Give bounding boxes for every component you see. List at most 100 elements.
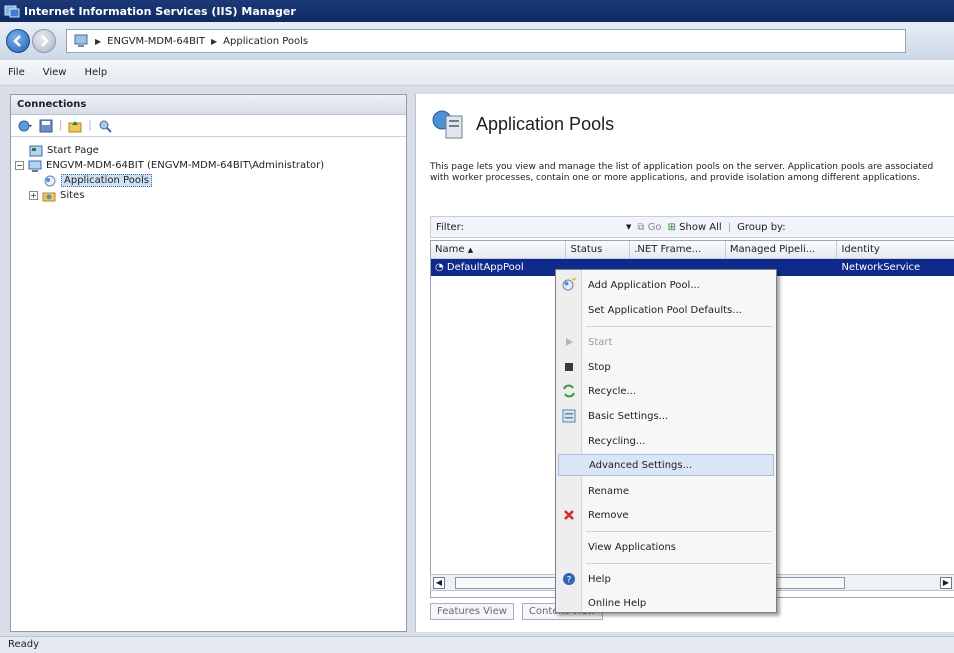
- show-all-button[interactable]: ⊞ Show All: [668, 222, 722, 233]
- page-title: Application Pools: [476, 113, 615, 134]
- stop-icon: [565, 363, 573, 371]
- breadcrumb-item-app-pools[interactable]: Application Pools: [223, 36, 308, 47]
- toolbar-separator: |: [59, 120, 63, 131]
- menu-view[interactable]: View: [43, 67, 67, 78]
- app-pools-large-icon: [432, 110, 463, 139]
- tree-node-sites[interactable]: + Sites: [15, 188, 402, 203]
- menu-separator: [586, 326, 772, 327]
- sites-folder-icon: [42, 192, 56, 201]
- cell-identity: NetworkService: [841, 262, 921, 273]
- add-pool-icon: [562, 277, 577, 291]
- status-bar: Ready: [0, 636, 954, 653]
- menu-item-label: Add Application Pool...: [588, 279, 700, 291]
- menu-item-start[interactable]: Start: [558, 331, 774, 353]
- group-by-label: Group by:: [737, 221, 786, 233]
- tree-node-app-pools[interactable]: Application Pools: [15, 173, 402, 188]
- expand-icon[interactable]: +: [29, 191, 38, 200]
- settings-icon: [562, 409, 576, 423]
- tab-features-view[interactable]: Features View: [430, 602, 514, 620]
- column-header-pipeline[interactable]: Managed Pipeli...: [726, 241, 838, 258]
- computer-icon: [74, 34, 88, 47]
- start-icon: [566, 338, 573, 346]
- forward-button[interactable]: [32, 29, 56, 53]
- menu-file[interactable]: File: [8, 67, 25, 78]
- menu-item-label: Remove: [588, 509, 629, 521]
- server-icon: [28, 160, 42, 172]
- menu-item-set-defaults[interactable]: Set Application Pool Defaults...: [558, 299, 774, 321]
- scroll-left-icon[interactable]: ◀: [433, 577, 445, 589]
- tree-node-server[interactable]: − ENGVM-MDM-64BIT (ENGVM-MDM-64BIT\Admin…: [15, 158, 402, 173]
- cell-name-text: DefaultAppPool: [446, 262, 524, 273]
- menu-item-label: Stop: [588, 361, 611, 373]
- go-button[interactable]: ⧉ Go: [637, 222, 661, 233]
- up-folder-icon[interactable]: [68, 119, 82, 133]
- page-header: Application Pools: [430, 108, 614, 140]
- show-all-label: Show All: [679, 221, 722, 233]
- title-bar: Internet Information Services (IIS) Mana…: [0, 0, 954, 22]
- menu-help[interactable]: Help: [84, 67, 107, 78]
- menu-item-help[interactable]: ? Help: [558, 568, 774, 590]
- menu-item-label: Set Application Pool Defaults...: [588, 304, 742, 316]
- sort-icon: ▲: [467, 246, 474, 254]
- filter-separator: |: [727, 221, 732, 233]
- menu-item-online-help[interactable]: Online Help: [558, 592, 774, 614]
- menu-item-remove[interactable]: Remove: [558, 504, 774, 526]
- address-bar: ▶ ENGVM-MDM-64BIT ▶ Application Pools: [0, 22, 954, 60]
- menu-separator: [586, 531, 772, 532]
- column-header-status[interactable]: Status: [566, 241, 631, 258]
- column-header-net-framework[interactable]: .NET Frame...: [630, 241, 726, 258]
- column-name-label: Name: [435, 244, 465, 255]
- menu-item-label: Advanced Settings...: [589, 459, 693, 471]
- column-header-name[interactable]: Name ▲: [431, 241, 567, 258]
- column-header-identity[interactable]: Identity: [837, 241, 954, 258]
- menu-item-advanced-settings[interactable]: Advanced Settings...: [558, 454, 774, 476]
- menu-item-label: Rename: [588, 485, 630, 497]
- menu-item-stop[interactable]: Stop: [558, 356, 774, 378]
- filter-label: Filter:: [436, 221, 464, 233]
- tree-label-server: ENGVM-MDM-64BIT (ENGVM-MDM-64BIT\Adminis…: [46, 160, 325, 171]
- page-description: This page lets you view and manage the l…: [430, 162, 934, 183]
- collapse-icon[interactable]: −: [15, 161, 24, 170]
- tree-label-app-pools: Application Pools: [61, 174, 152, 187]
- filter-dropdown-icon[interactable]: ▼: [626, 223, 631, 231]
- arrow-left-icon: [13, 35, 21, 47]
- scroll-right-icon[interactable]: ▶: [940, 577, 952, 589]
- menu-item-view-applications[interactable]: View Applications: [558, 536, 774, 558]
- filter-input[interactable]: [470, 219, 620, 235]
- app-pool-row-icon: ◔: [435, 262, 444, 273]
- toolbar-separator: |: [88, 120, 92, 131]
- start-page-icon: [29, 145, 43, 156]
- menu-item-basic-settings[interactable]: Basic Settings...: [558, 405, 774, 427]
- menu-bar: File View Help: [0, 60, 954, 86]
- connections-tree: Start Page − ENGVM-MDM-64BIT (ENGVM-MDM-…: [11, 137, 406, 209]
- tree-label-sites: Sites: [60, 190, 85, 201]
- help-icon: ?: [563, 573, 575, 586]
- remove-icon: [564, 510, 574, 520]
- go-label: Go: [647, 221, 662, 233]
- menu-item-rename[interactable]: Rename: [558, 480, 774, 502]
- context-menu: Add Application Pool... Set Application …: [555, 269, 777, 613]
- menu-item-add-app-pool[interactable]: Add Application Pool...: [558, 274, 774, 296]
- disconnect-icon[interactable]: [98, 119, 112, 133]
- breadcrumb[interactable]: ▶ ENGVM-MDM-64BIT ▶ Application Pools: [66, 29, 906, 53]
- menu-separator: [586, 563, 772, 564]
- menu-item-label: Help: [588, 573, 611, 585]
- back-button[interactable]: [6, 29, 30, 53]
- window-title: Internet Information Services (IIS) Mana…: [24, 4, 296, 18]
- menu-item-label: View Applications: [588, 541, 676, 553]
- menu-item-label: Basic Settings...: [588, 410, 669, 422]
- show-all-icon: ⊞: [667, 221, 676, 233]
- menu-item-recycling[interactable]: Recycling...: [558, 430, 774, 452]
- svg-text:?: ?: [567, 576, 572, 586]
- iis-app-icon: [4, 5, 20, 18]
- tree-node-start-page[interactable]: Start Page: [15, 143, 402, 158]
- connections-panel: Connections | | Start Page − ENGVM-MDM-6…: [10, 94, 407, 632]
- save-icon[interactable]: [39, 119, 53, 133]
- menu-item-label: Recycle...: [588, 385, 637, 397]
- breadcrumb-item-server[interactable]: ENGVM-MDM-64BIT: [107, 36, 205, 47]
- connect-globe-icon[interactable]: [17, 119, 33, 133]
- cell-name: ◔ DefaultAppPool: [431, 262, 566, 273]
- menu-item-recycle[interactable]: Recycle...: [558, 380, 774, 402]
- go-icon: ⧉: [637, 221, 645, 233]
- menu-item-label: Recycling...: [588, 435, 646, 447]
